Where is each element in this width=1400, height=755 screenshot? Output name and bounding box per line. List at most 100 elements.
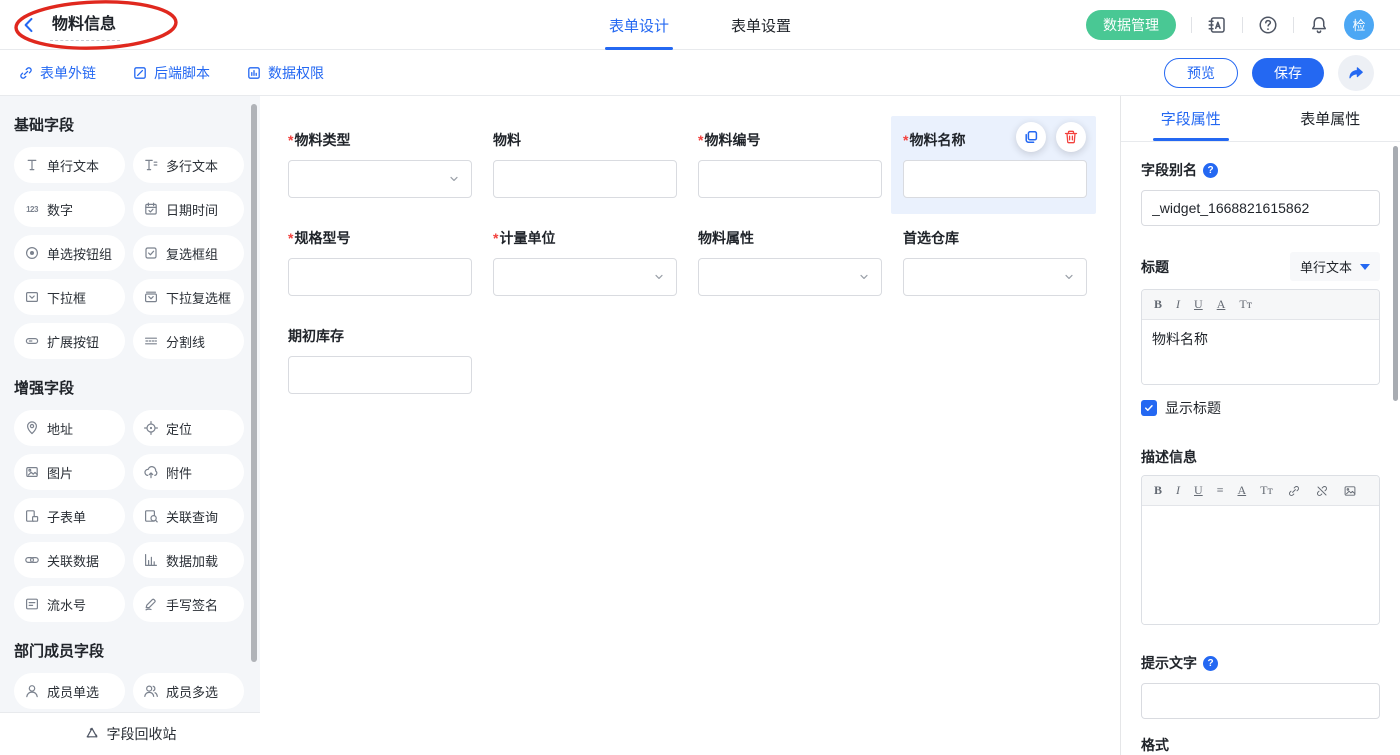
font-color-icon[interactable]: A xyxy=(1237,483,1246,498)
palette-item-extension-button[interactable]: 扩展按钮 xyxy=(14,323,125,359)
copy-field-button[interactable] xyxy=(1016,122,1046,152)
panel-scrollbar-thumb[interactable] xyxy=(1393,146,1398,401)
material-type-select[interactable] xyxy=(288,160,472,198)
help-icon[interactable]: ? xyxy=(1203,163,1218,178)
field-palette-sidebar: 基础字段 单行文本 多行文本 123 数字 日期时间 单选按钮组 xyxy=(0,96,260,755)
material-attr-select[interactable] xyxy=(698,258,882,296)
pill-button-icon xyxy=(24,333,40,349)
canvas-field-material-attr[interactable]: 物料属性 xyxy=(686,214,891,312)
field-recycle-bin[interactable]: 字段回收站 xyxy=(0,712,260,755)
bell-icon[interactable] xyxy=(1309,15,1329,35)
underline-icon[interactable]: U xyxy=(1194,483,1203,498)
palette-item-select[interactable]: 下拉框 xyxy=(14,279,125,315)
palette-item-location[interactable]: 定位 xyxy=(133,410,244,446)
palette-item-linked-query[interactable]: 关联查询 xyxy=(133,498,244,534)
section-title-enhanced-fields: 增强字段 xyxy=(14,377,244,398)
material-name-input[interactable] xyxy=(903,160,1087,198)
canvas-field-material-code[interactable]: 物料编号 xyxy=(686,116,891,214)
align-icon[interactable]: ≡ xyxy=(1217,483,1224,498)
canvas-field-material-type[interactable]: 物料类型 xyxy=(276,116,481,214)
data-permission-button[interactable]: 数据权限 xyxy=(246,63,324,83)
opening-stock-input[interactable] xyxy=(288,356,472,394)
tab-form-settings[interactable]: 表单设置 xyxy=(731,0,791,50)
chain-links-icon xyxy=(24,552,40,568)
recycle-icon xyxy=(84,726,100,742)
canvas-field-unit[interactable]: 计量单位 xyxy=(481,214,686,312)
palette-item-member-multi[interactable]: 成员多选 xyxy=(133,673,244,709)
title-type-dropdown[interactable]: 单行文本 xyxy=(1290,252,1380,281)
unit-select[interactable] xyxy=(493,258,677,296)
palette-item-radio-group[interactable]: 单选按钮组 xyxy=(14,235,125,271)
canvas-field-spec-model[interactable]: 规格型号 xyxy=(276,214,481,312)
underline-icon[interactable]: U xyxy=(1194,297,1203,312)
palette-item-member-single[interactable]: 成员单选 xyxy=(14,673,125,709)
save-button[interactable]: 保存 xyxy=(1252,58,1324,88)
divider xyxy=(1242,17,1243,33)
italic-icon[interactable]: I xyxy=(1176,483,1180,498)
back-button[interactable] xyxy=(18,14,40,36)
image-icon[interactable] xyxy=(1343,484,1357,498)
material-code-input[interactable] xyxy=(698,160,882,198)
font-size-icon[interactable]: Tᴛ xyxy=(1239,297,1252,312)
form-canvas[interactable]: 物料类型 物料 物料编号 物料名称 xyxy=(260,96,1120,755)
description-editor: B I U ≡ A Tᴛ xyxy=(1141,475,1380,625)
form-title[interactable]: 物料信息 xyxy=(50,8,120,41)
multi-line-text-icon xyxy=(143,157,159,173)
contact-book-icon[interactable] xyxy=(1207,15,1227,35)
palette-item-serial-number[interactable]: 流水号 xyxy=(14,586,125,622)
sidebar-scrollbar-thumb[interactable] xyxy=(251,104,257,662)
palette-item-multi-line-text[interactable]: 多行文本 xyxy=(133,147,244,183)
tab-field-properties[interactable]: 字段属性 xyxy=(1121,96,1261,141)
field-label: 物料编号 xyxy=(698,130,871,150)
palette-item-data-load[interactable]: 数据加载 xyxy=(133,542,244,578)
help-icon[interactable] xyxy=(1258,15,1278,35)
palette-item-signature[interactable]: 手写签名 xyxy=(133,586,244,622)
palette-item-subform[interactable]: 子表单 xyxy=(14,498,125,534)
field-alias-input[interactable] xyxy=(1141,190,1380,226)
spec-model-input[interactable] xyxy=(288,258,472,296)
bold-icon[interactable]: B xyxy=(1154,297,1162,312)
share-button[interactable] xyxy=(1338,55,1374,91)
palette-item-divider[interactable]: 分割线 xyxy=(133,323,244,359)
unlink-icon[interactable] xyxy=(1315,484,1329,498)
section-title-basic-fields: 基础字段 xyxy=(14,114,244,135)
description-editor-body[interactable] xyxy=(1142,506,1379,624)
palette-item-attachment[interactable]: 附件 xyxy=(133,454,244,490)
palette-item-number[interactable]: 123 数字 xyxy=(14,191,125,227)
link-icon[interactable] xyxy=(1287,484,1301,498)
avatar[interactable]: 检 xyxy=(1344,10,1374,40)
data-manage-button[interactable]: 数据管理 xyxy=(1086,10,1176,40)
preview-button[interactable]: 预览 xyxy=(1164,58,1238,88)
palette-item-single-line-text[interactable]: 单行文本 xyxy=(14,147,125,183)
preferred-warehouse-select[interactable] xyxy=(903,258,1087,296)
show-title-row: 显示标题 xyxy=(1141,398,1380,418)
tab-form-properties[interactable]: 表单属性 xyxy=(1261,96,1400,141)
canvas-field-material-name[interactable]: 物料名称 xyxy=(891,116,1096,214)
material-input[interactable] xyxy=(493,160,677,198)
delete-field-button[interactable] xyxy=(1056,122,1086,152)
font-color-icon[interactable]: A xyxy=(1217,297,1226,312)
chevron-down-icon xyxy=(447,172,461,186)
bar-chart-icon xyxy=(143,552,159,568)
canvas-field-material[interactable]: 物料 xyxy=(481,116,686,214)
italic-icon[interactable]: I xyxy=(1176,297,1180,312)
title-editor-body[interactable]: 物料名称 xyxy=(1142,320,1379,384)
hint-input[interactable] xyxy=(1141,683,1380,719)
backend-script-button[interactable]: 后端脚本 xyxy=(132,63,210,83)
palette-item-linked-data[interactable]: 关联数据 xyxy=(14,542,125,578)
palette-item-datetime[interactable]: 日期时间 xyxy=(133,191,244,227)
font-size-icon[interactable]: Tᴛ xyxy=(1260,483,1273,498)
bold-icon[interactable]: B xyxy=(1154,483,1162,498)
palette-item-image[interactable]: 图片 xyxy=(14,454,125,490)
palette-item-address[interactable]: 地址 xyxy=(14,410,125,446)
back-chevron-icon xyxy=(20,16,38,34)
help-icon[interactable]: ? xyxy=(1203,656,1218,671)
canvas-field-opening-stock[interactable]: 期初库存 xyxy=(276,312,481,410)
palette-item-multi-select[interactable]: 下拉复选框 xyxy=(133,279,244,315)
show-title-checkbox[interactable] xyxy=(1141,400,1157,416)
canvas-field-preferred-warehouse[interactable]: 首选仓库 xyxy=(891,214,1096,312)
palette-item-checkbox-group[interactable]: 复选框组 xyxy=(133,235,244,271)
copy-icon xyxy=(1023,129,1039,145)
form-external-link-button[interactable]: 表单外链 xyxy=(18,63,96,83)
tab-form-design[interactable]: 表单设计 xyxy=(609,0,669,50)
